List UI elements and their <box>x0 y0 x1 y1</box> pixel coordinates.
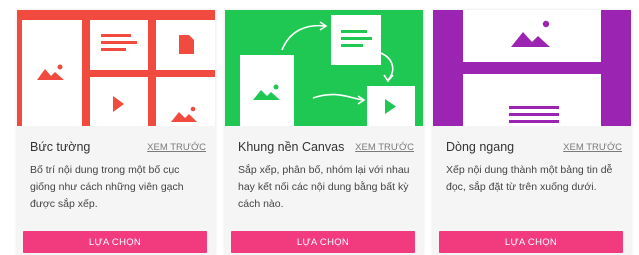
canvas-thumbnail <box>225 10 423 126</box>
document-icon <box>179 35 194 54</box>
layout-card-canvas[interactable]: Khung nền Canvas XEM TRƯỚC Sắp xếp, phân… <box>225 10 423 255</box>
card-title: Bức tường <box>30 140 91 154</box>
card-description: Xếp nội dung thành một bảng tin dễ đọc, … <box>446 164 613 193</box>
preview-link[interactable]: XEM TRƯỚC <box>147 142 206 153</box>
select-button[interactable]: LỰA CHỌN <box>439 231 623 253</box>
select-button[interactable]: LỰA CHỌN <box>23 231 207 253</box>
wall-thumbnail <box>17 10 215 126</box>
layout-card-wall[interactable]: Bức tường XEM TRƯỚC Bố trí nội dung tron… <box>17 10 215 255</box>
layout-card-stream[interactable]: Dòng ngang XEM TRƯỚC Xếp nội dung thành … <box>433 10 631 255</box>
text-icon <box>509 106 559 123</box>
card-title: Khung nền Canvas <box>238 140 345 154</box>
card-title: Dòng ngang <box>446 140 515 154</box>
card-description: Bố trí nội dung trong một bố cục giống n… <box>30 164 184 210</box>
stream-thumbnail <box>433 10 631 126</box>
preview-link[interactable]: XEM TRƯỚC <box>355 142 414 153</box>
select-button[interactable]: LỰA CHỌN <box>231 231 415 253</box>
preview-link[interactable]: XEM TRƯỚC <box>563 142 622 153</box>
card-description: Sắp xếp, phân bố, nhóm lại với nhau hay … <box>238 164 410 210</box>
